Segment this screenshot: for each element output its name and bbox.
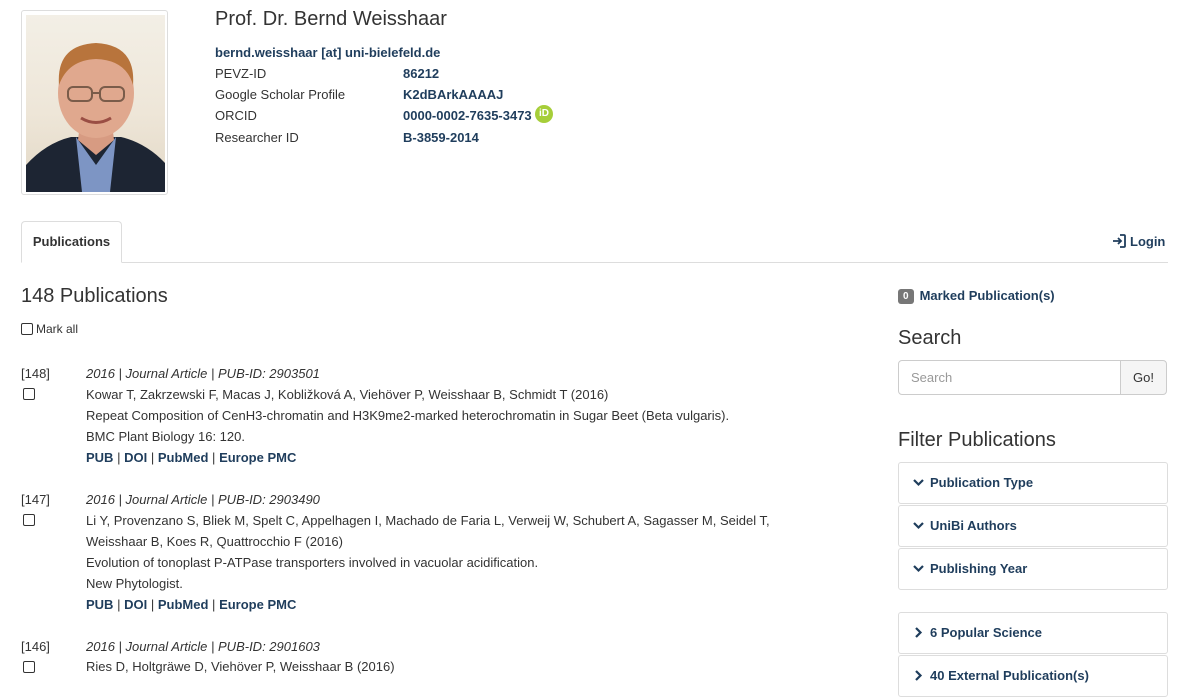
publication-meta: 2016 | Journal Article | PUB-ID: 2903490	[86, 492, 320, 507]
category-external-publications[interactable]: 40 External Publication(s)	[898, 655, 1168, 697]
profile-photo-frame	[21, 10, 168, 195]
publication-number: [147]	[21, 492, 50, 507]
orcid-icon[interactable]: iD	[535, 105, 553, 123]
publications-count-title: 148 Publications	[21, 285, 168, 307]
login-label: Login	[1130, 234, 1166, 249]
search-input[interactable]	[898, 360, 1121, 395]
search-go-button[interactable]: Go!	[1120, 360, 1167, 395]
category-label: 40 External Publication(s)	[930, 668, 1089, 683]
publication-checkbox[interactable]	[23, 661, 35, 673]
marked-count-badge: 0	[898, 289, 914, 304]
europe-pmc-link[interactable]: Europe PMC	[219, 597, 296, 612]
link-separator: |	[150, 450, 155, 465]
mark-all-control[interactable]: Mark all	[21, 322, 78, 336]
publication-meta: 2016 | Journal Article | PUB-ID: 2903501	[86, 366, 320, 381]
chevron-down-icon	[913, 522, 924, 530]
filter-unibi-authors[interactable]: UniBi Authors	[898, 505, 1168, 547]
chevron-down-icon	[913, 479, 924, 487]
publication-links: PUB | DOI | PubMed | Europe PMC	[86, 450, 296, 465]
publication-journal: BMC Plant Biology 16: 120.	[86, 429, 245, 444]
orcid-label: ORCID	[215, 108, 257, 123]
europe-pmc-link[interactable]: Europe PMC	[219, 450, 296, 465]
publication-meta: 2016 | Journal Article | PUB-ID: 2901603	[86, 639, 320, 654]
link-separator: |	[150, 597, 155, 612]
link-separator: |	[117, 597, 121, 612]
publication-number: [148]	[21, 366, 50, 381]
publication-checkbox[interactable]	[23, 388, 35, 400]
marked-label: Marked Publication(s)	[919, 288, 1055, 303]
portrait-image	[26, 43, 165, 192]
publication-number: [146]	[21, 639, 50, 654]
filter-label: Publication Type	[930, 475, 1034, 490]
scholar-link[interactable]: K2dBArkAAAAJ	[403, 87, 503, 102]
publication-title: Repeat Composition of CenH3-chromatin an…	[86, 408, 730, 423]
pub-link[interactable]: PUB	[86, 450, 113, 465]
publication-journal: New Phytologist.	[86, 576, 183, 591]
category-label: 6 Popular Science	[930, 625, 1042, 640]
category-popular-science[interactable]: 6 Popular Science	[898, 612, 1168, 654]
tab-divider	[21, 262, 1168, 263]
search-heading: Search	[898, 327, 962, 349]
researcher-link[interactable]: B-3859-2014	[403, 130, 479, 145]
filter-label: Publishing Year	[930, 561, 1028, 576]
filter-label: UniBi Authors	[930, 518, 1017, 533]
scholar-label: Google Scholar Profile	[215, 87, 346, 102]
link-separator: |	[212, 450, 216, 465]
researcher-label: Researcher ID	[215, 130, 299, 145]
pevz-label: PEVZ-ID	[215, 66, 267, 81]
publication-authors-cont: Weisshaar B, Koes R, Quattrocchio F (201…	[86, 534, 343, 549]
mark-all-checkbox[interactable]	[21, 323, 33, 335]
publication-checkbox[interactable]	[23, 514, 35, 526]
pubmed-link[interactable]: PubMed	[158, 450, 209, 465]
email-link[interactable]: bernd.weisshaar [at] uni-bielefeld.de	[215, 45, 440, 60]
profile-photo	[26, 15, 165, 192]
filter-publishing-year[interactable]: Publishing Year	[898, 548, 1168, 590]
link-separator: |	[117, 450, 121, 465]
publication-authors: Kowar T, Zakrzewski F, Macas J, Kobližko…	[86, 387, 609, 402]
chevron-down-icon	[913, 565, 924, 573]
publication-title: Evolution of tonoplast P-ATPase transpor…	[86, 555, 539, 570]
sign-in-icon	[1113, 234, 1126, 248]
profile-name: Prof. Dr. Bernd Weisshaar	[215, 8, 447, 30]
publication-links: PUB | DOI | PubMed | Europe PMC	[86, 597, 296, 612]
doi-link[interactable]: DOI	[124, 450, 147, 465]
marked-publications-link[interactable]: 0 Marked Publication(s)	[898, 288, 1055, 304]
pevz-link[interactable]: 86212	[403, 66, 439, 81]
filter-publication-type[interactable]: Publication Type	[898, 462, 1168, 504]
orcid-link[interactable]: 0000-0002-7635-3473	[403, 108, 532, 123]
doi-link[interactable]: DOI	[124, 597, 147, 612]
pub-link[interactable]: PUB	[86, 597, 113, 612]
login-link[interactable]: Login	[1112, 234, 1165, 249]
chevron-right-icon	[915, 627, 923, 638]
filter-heading: Filter Publications	[898, 429, 1056, 451]
link-separator: |	[212, 597, 216, 612]
publication-authors: Li Y, Provenzano S, Bliek M, Spelt C, Ap…	[86, 513, 770, 528]
mark-all-label: Mark all	[36, 322, 79, 336]
tab-publications[interactable]: Publications	[21, 221, 122, 263]
pubmed-link[interactable]: PubMed	[158, 597, 209, 612]
